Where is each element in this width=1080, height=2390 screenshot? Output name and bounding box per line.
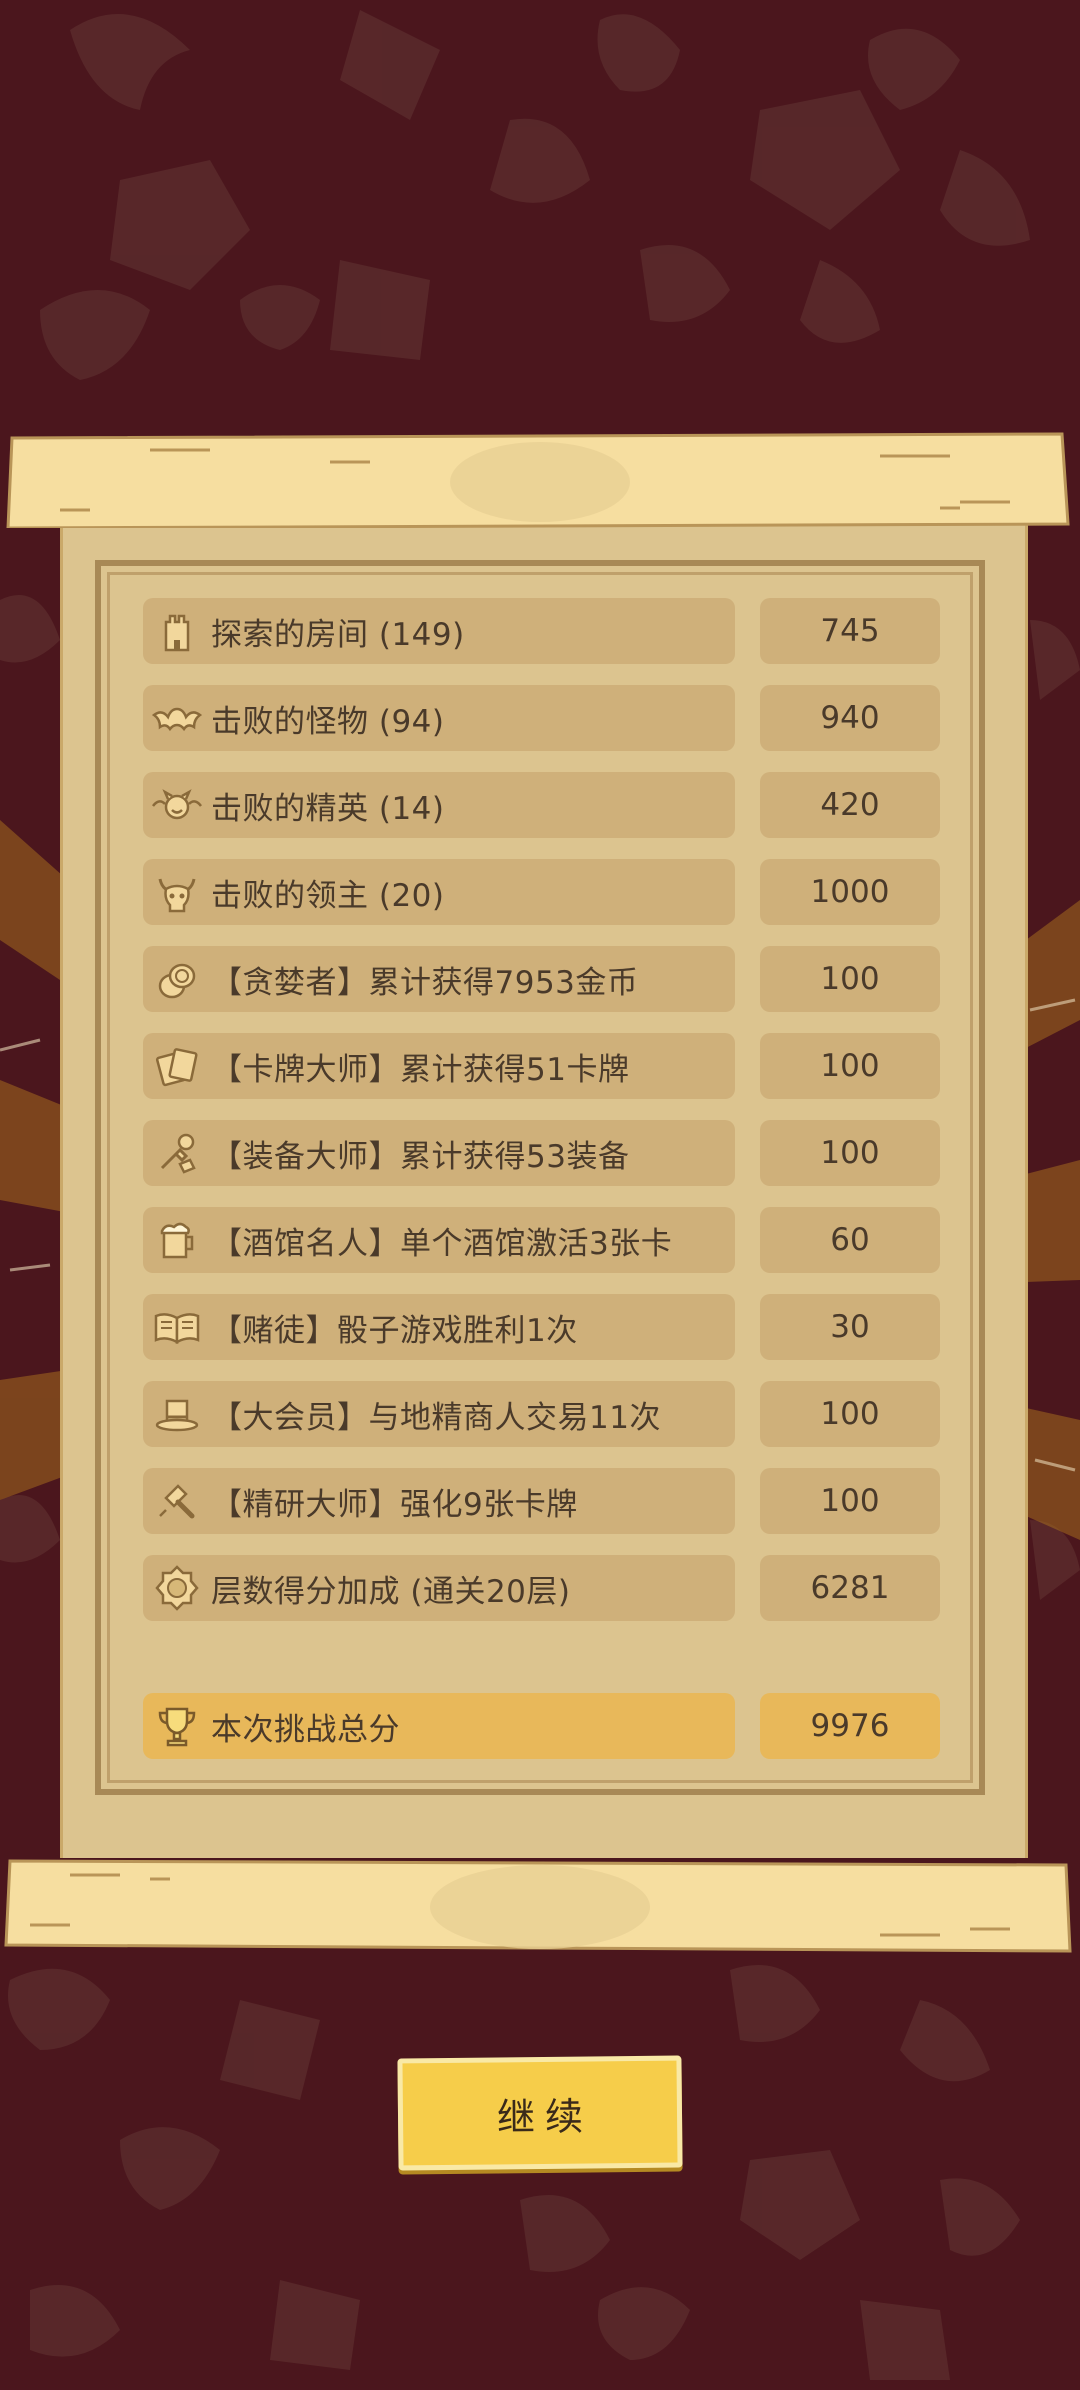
score-row-label: 【贪婪者】累计获得7953金币	[211, 964, 639, 1001]
score-row-refine-master: 【精研大师】强化9张卡牌 100	[143, 1468, 940, 1534]
score-row-card-master: 【卡牌大师】累计获得51卡牌 100	[143, 1033, 940, 1099]
score-row-value-box: 1000	[760, 859, 940, 925]
score-row-label-box: 【卡牌大师】累计获得51卡牌	[143, 1033, 735, 1099]
score-row-label-box: 【装备大师】累计获得53装备	[143, 1120, 735, 1186]
top-hat-icon	[143, 1381, 211, 1447]
continue-button[interactable]: 继续	[397, 2055, 683, 2171]
open-book-icon	[143, 1294, 211, 1360]
score-row-label: 【大会员】与地精商人交易11次	[211, 1399, 661, 1436]
score-row-value-box: 100	[760, 1468, 940, 1534]
continue-button-label: 继续	[496, 2093, 594, 2139]
score-row-value-box: 100	[760, 1381, 940, 1447]
coins-icon	[143, 946, 211, 1012]
score-row-value-box: 100	[760, 946, 940, 1012]
score-row-floor-bonus: 层数得分加成 (通关20层) 6281	[143, 1555, 940, 1621]
score-row-value-box: 745	[760, 598, 940, 664]
score-row-label: 【酒馆名人】单个酒馆激活3张卡	[211, 1225, 673, 1262]
winged-demon-icon	[143, 772, 211, 838]
score-row-bosses: 击败的领主 (20) 1000	[143, 859, 940, 925]
trophy-icon	[143, 1693, 211, 1759]
score-row-label-box: 击败的精英 (14)	[143, 772, 735, 838]
score-row-greedy: 【贪婪者】累计获得7953金币 100	[143, 946, 940, 1012]
score-row-value: 100	[820, 1135, 880, 1171]
score-row-value: 745	[820, 613, 880, 649]
score-row-value: 6281	[810, 1570, 890, 1606]
score-row-member: 【大会员】与地精商人交易11次 100	[143, 1381, 940, 1447]
score-row-label-box: 【酒馆名人】单个酒馆激活3张卡	[143, 1207, 735, 1273]
score-row-value-box: 30	[760, 1294, 940, 1360]
score-row-value-box: 6281	[760, 1555, 940, 1621]
floor-badge-icon	[143, 1555, 211, 1621]
score-row-label-box: 【大会员】与地精商人交易11次	[143, 1381, 735, 1447]
scroll-bottom-roll	[4, 1859, 1072, 1953]
game-result-screen: 探索的房间 (149) 745 击败的怪物 (94) 940 击败的精英 (14…	[0, 0, 1080, 2390]
score-row-label: 层数得分加成 (通关20层)	[211, 1573, 571, 1610]
score-row-label: 击败的怪物 (94)	[211, 703, 445, 740]
scroll-top-roll	[6, 432, 1070, 528]
beer-mug-icon	[143, 1207, 211, 1273]
horned-skull-icon	[143, 859, 211, 925]
score-row-value: 100	[820, 1048, 880, 1084]
score-row-value: 420	[820, 787, 880, 823]
score-row-elites: 击败的精英 (14) 420	[143, 772, 940, 838]
score-row-value: 100	[820, 961, 880, 997]
score-row-label-box: 【贪婪者】累计获得7953金币	[143, 946, 735, 1012]
score-row-value-box: 60	[760, 1207, 940, 1273]
score-row-label-box: 击败的领主 (20)	[143, 859, 735, 925]
score-row-value-box: 940	[760, 685, 940, 751]
score-row-tavern: 【酒馆名人】单个酒馆激活3张卡 60	[143, 1207, 940, 1273]
score-row-value: 100	[820, 1483, 880, 1519]
score-row-label: 【精研大师】强化9张卡牌	[211, 1486, 578, 1523]
hammer-icon	[143, 1468, 211, 1534]
score-row-value-box: 420	[760, 772, 940, 838]
score-row-label-box: 探索的房间 (149)	[143, 598, 735, 664]
score-row-label: 击败的精英 (14)	[211, 790, 445, 827]
total-score-value-box: 9976	[760, 1693, 940, 1759]
score-row-value: 1000	[810, 874, 890, 910]
score-row-gambler: 【赌徒】骰子游戏胜利1次 30	[143, 1294, 940, 1360]
score-row-label: 击败的领主 (20)	[211, 877, 445, 914]
total-score-value: 9976	[810, 1708, 890, 1744]
score-row-value-box: 100	[760, 1120, 940, 1186]
score-row-rooms: 探索的房间 (149) 745	[143, 598, 940, 664]
score-row-value: 940	[820, 700, 880, 736]
score-row-label: 【装备大师】累计获得53装备	[211, 1138, 630, 1175]
score-row-value: 30	[830, 1309, 870, 1345]
total-score-row: 本次挑战总分 9976	[143, 1693, 940, 1759]
score-row-value-box: 100	[760, 1033, 940, 1099]
score-row-value: 60	[830, 1222, 870, 1258]
equipment-icon	[143, 1120, 211, 1186]
score-row-equipment-master: 【装备大师】累计获得53装备 100	[143, 1120, 940, 1186]
cards-icon	[143, 1033, 211, 1099]
score-row-label-box: 【赌徒】骰子游戏胜利1次	[143, 1294, 735, 1360]
score-row-label-box: 击败的怪物 (94)	[143, 685, 735, 751]
score-list: 探索的房间 (149) 745 击败的怪物 (94) 940 击败的精英 (14…	[143, 598, 940, 1642]
score-row-label-box: 层数得分加成 (通关20层)	[143, 1555, 735, 1621]
score-row-label: 【卡牌大师】累计获得51卡牌	[211, 1051, 630, 1088]
score-row-monsters: 击败的怪物 (94) 940	[143, 685, 940, 751]
score-row-label-box: 【精研大师】强化9张卡牌	[143, 1468, 735, 1534]
total-score-label-box: 本次挑战总分	[143, 1693, 735, 1759]
tower-icon	[143, 598, 211, 664]
score-row-value: 100	[820, 1396, 880, 1432]
score-row-label: 【赌徒】骰子游戏胜利1次	[211, 1312, 578, 1349]
bat-icon	[143, 685, 211, 751]
total-score-label: 本次挑战总分	[211, 1711, 400, 1748]
score-row-label: 探索的房间 (149)	[211, 616, 465, 653]
